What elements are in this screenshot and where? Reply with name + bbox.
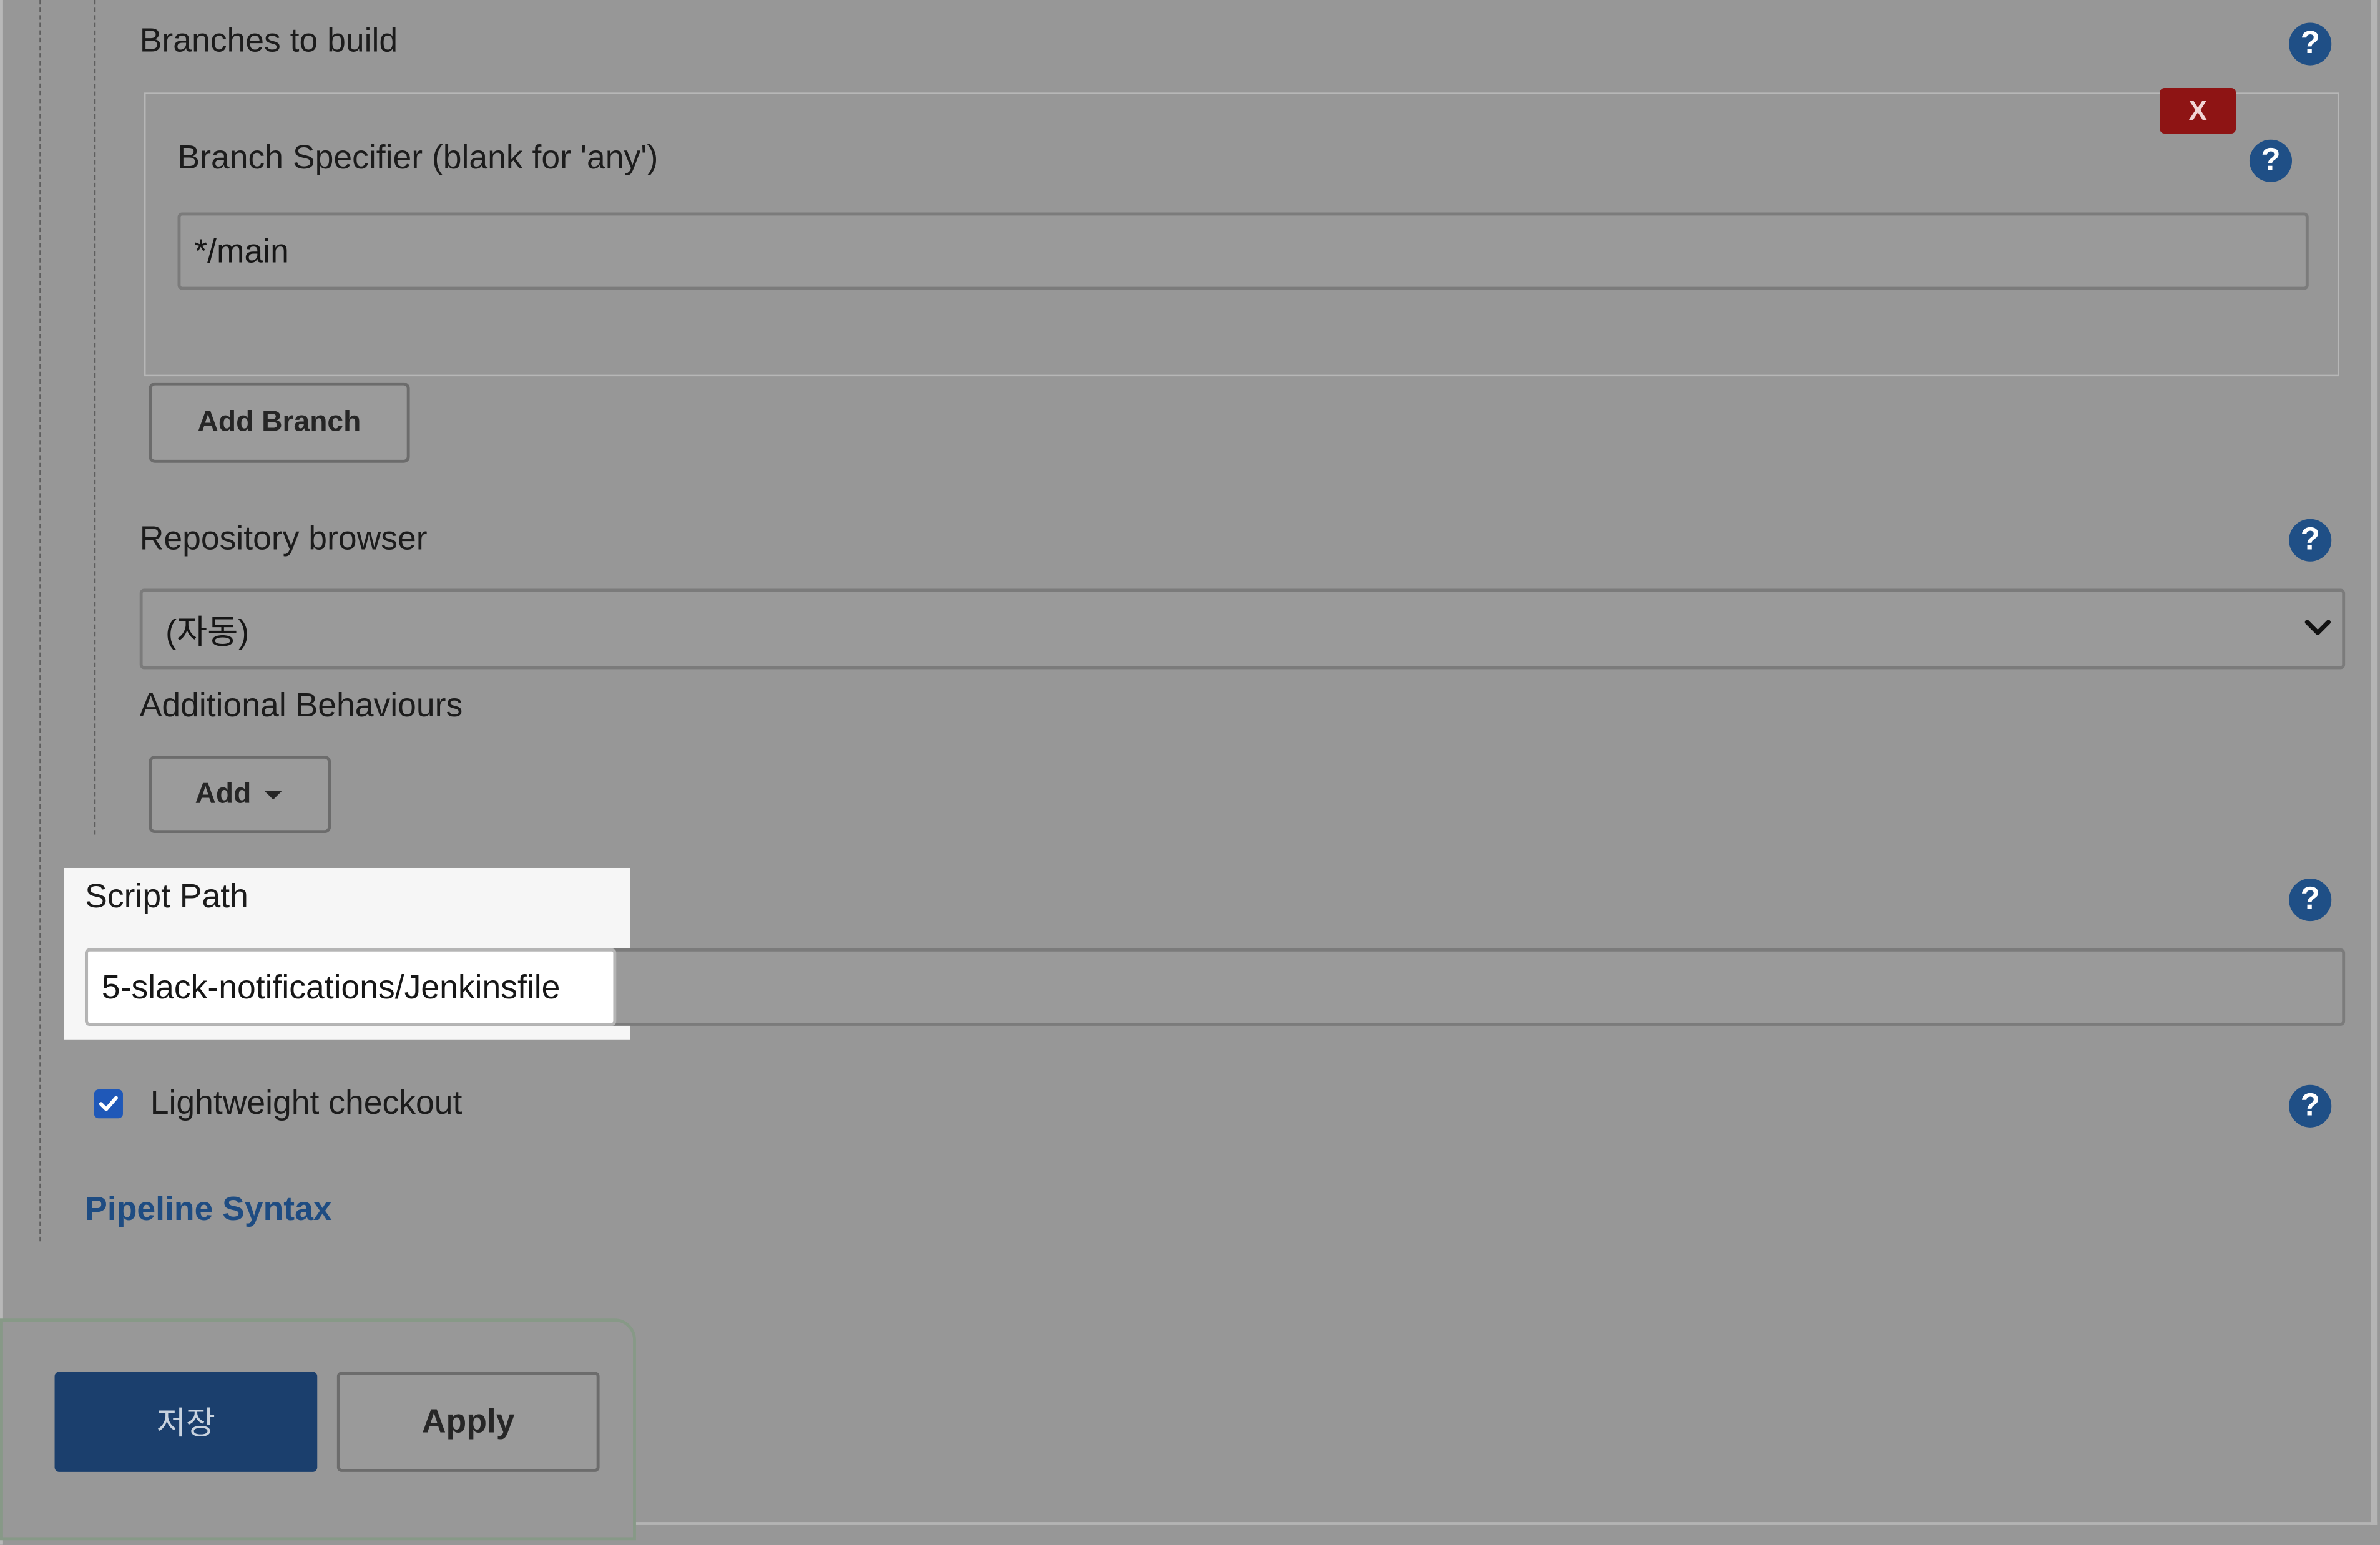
help-icon-repository-browser[interactable]: ? <box>2289 519 2332 562</box>
repository-browser-label: Repository browser <box>139 519 428 557</box>
help-icon-branch-specifier[interactable]: ? <box>2249 139 2293 182</box>
panel-left-border <box>0 0 3 1545</box>
add-behaviour-label: Add <box>195 777 252 810</box>
panel-right-border <box>2371 0 2378 1525</box>
lightweight-checkout-checkbox[interactable] <box>94 1089 123 1119</box>
help-icon-branches[interactable]: ? <box>2289 22 2332 66</box>
repository-browser-select[interactable]: (자동) <box>139 588 2346 670</box>
chevron-down-icon <box>2304 620 2331 635</box>
script-path-label: Script Path <box>85 877 248 915</box>
outer-section-guide <box>39 0 41 1242</box>
apply-button[interactable]: Apply <box>336 1372 600 1472</box>
pipeline-syntax-link[interactable]: Pipeline Syntax <box>85 1190 331 1229</box>
delete-branch-button[interactable]: X <box>2160 88 2236 134</box>
save-button[interactable]: 저장 <box>54 1372 318 1472</box>
additional-behaviours-label: Additional Behaviours <box>139 686 463 724</box>
branches-to-build-label: Branches to build <box>139 21 398 59</box>
add-branch-button[interactable]: Add Branch <box>149 382 410 463</box>
repository-browser-selected: (자동) <box>165 612 250 651</box>
add-behaviour-button[interactable]: Add <box>149 756 331 834</box>
branch-specifier-label: Branch Specifier (blank for 'any') <box>177 138 659 177</box>
pipeline-config-panel: Branches to build ? X Branch Specifier (… <box>0 0 2380 1545</box>
checkmark-icon <box>99 1096 118 1111</box>
help-icon-script-path[interactable]: ? <box>2289 879 2332 922</box>
help-icon-lightweight-checkout[interactable]: ? <box>2289 1084 2332 1128</box>
branch-specifier-input[interactable]: */main <box>177 212 2309 290</box>
lightweight-checkout-label[interactable]: Lightweight checkout <box>150 1083 463 1123</box>
inner-section-guide <box>94 0 96 835</box>
script-path-input[interactable]: 5-slack-notifications/Jenkinsfile <box>85 948 617 1026</box>
caret-down-icon <box>265 789 283 799</box>
